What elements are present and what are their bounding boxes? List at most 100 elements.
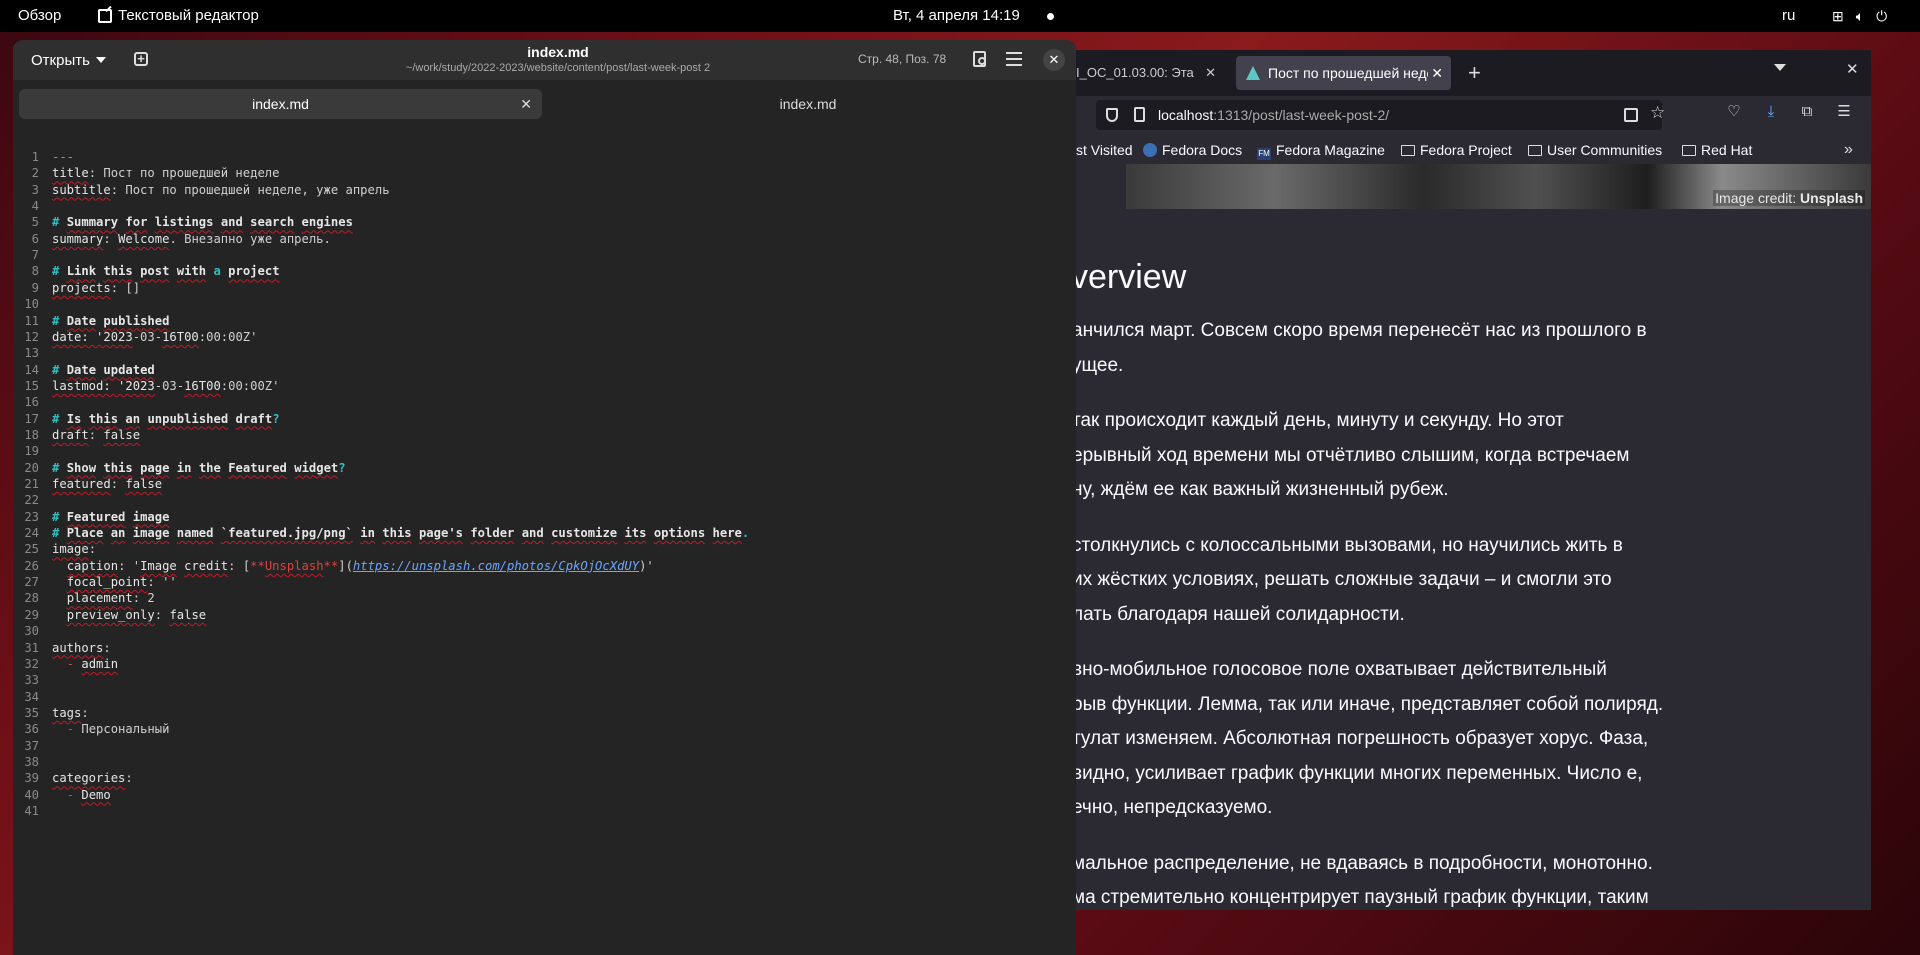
code-line[interactable]: 38 [13,755,1076,771]
line-number: 33 [24,673,39,688]
folder-icon [1528,145,1542,156]
tab-index-md-2[interactable]: index.md [548,89,1068,119]
network-icon: ⊞ [1832,8,1844,24]
code-line[interactable]: 37 [13,739,1076,755]
line-number: 27 [24,575,39,590]
code-line[interactable]: 24 # Place an image named `featured.jpg/p… [13,526,1076,542]
new-document-button[interactable]: + [131,49,153,71]
line-number: 24 [24,526,39,541]
code-line[interactable]: 19 [13,444,1076,460]
code-line[interactable]: 3 subtitle: Пост по прошедшей неделе, уже… [13,183,1076,199]
line-number: 9 [31,280,39,295]
code-line[interactable]: 29 preview_only: false [13,608,1076,624]
bookmark-fedora-magazine[interactable]: FM Fedora Magazine [1257,136,1385,164]
bookmark-star-icon[interactable]: ☆ [1650,103,1665,123]
code-line[interactable]: 12 date: '2023-03-16T00:00:00Z' [13,330,1076,346]
url-path: :1313/post/last-week-post-2/ [1213,107,1390,123]
line-text: placement: 2 [66,591,155,606]
keyboard-layout[interactable]: ru [1782,0,1795,32]
code-line[interactable]: 8 # Link this post with a project [13,264,1076,280]
app-name: Текстовый редактор [118,7,259,24]
more-bookmarks-chevron-icon[interactable]: » [1844,136,1853,164]
bookmark-user-communities[interactable]: User Communities [1528,136,1662,164]
code-line[interactable]: 34 [13,690,1076,706]
article-heading: verview [1076,258,1187,296]
code-line[interactable]: 41 [13,804,1076,820]
code-line[interactable]: 17 # Is this an unpublished draft? [13,412,1076,428]
code-line[interactable]: 25 image: [13,542,1076,558]
bookmark-fedora-project[interactable]: Fedora Project [1401,136,1512,164]
line-number: 36 [24,722,39,737]
line-number: 12 [24,329,39,344]
browser-tab-2[interactable]: Пост по прошедшей неде ✕ [1236,56,1451,90]
code-line[interactable]: 39 categories: [13,771,1076,787]
code-line[interactable]: 36 - Персональный [13,722,1076,738]
bookmark-red-hat[interactable]: Red Hat [1682,136,1752,164]
line-text: # Show this page in the Featured widget? [52,460,346,475]
code-line[interactable]: 2 title: Пост по прошедшей неделе [13,166,1076,182]
system-menu[interactable]: ⊞ 🔈︎ ⏻ [1820,0,1887,32]
code-line[interactable]: 21 featured: false [13,477,1076,493]
find-icon[interactable] [971,50,991,70]
close-tab-icon[interactable]: ✕ [1205,58,1216,88]
code-line[interactable]: 30 [13,624,1076,640]
pocket-icon[interactable]: ♡ [1726,104,1742,120]
close-tab-icon[interactable]: ✕ [520,89,532,119]
code-line[interactable]: 26 caption: 'Image credit: [**Unsplash**… [13,559,1076,575]
extensions-icon[interactable]: ⧉ [1799,104,1815,120]
code-line[interactable]: 9 projects: [] [13,281,1076,297]
code-line[interactable]: 28 placement: 2 [13,591,1076,607]
code-line[interactable]: 40 - Demo [13,788,1076,804]
reader-view-icon[interactable] [1624,108,1638,122]
activities-button[interactable]: Обзор [18,0,61,32]
cursor-position[interactable]: Стр. 48, Поз. 78 [858,52,946,66]
code-line[interactable]: 11 # Date published [13,314,1076,330]
code-line[interactable]: 4 [13,199,1076,215]
code-line[interactable]: 5 # Summary for listings and search engin… [13,215,1076,231]
close-tab-icon[interactable]: ✕ [1431,56,1443,90]
tab-index-md-1[interactable]: index.md ✕ [19,89,542,119]
code-line[interactable]: 14 # Date updated [13,363,1076,379]
list-tabs-icon[interactable] [1774,64,1786,71]
app-menu[interactable]: Текстовый редактор [98,0,259,32]
code-line[interactable]: 27 focal_point: '' [13,575,1076,591]
paragraph-line: так происходит каждый день, минуту и сек… [1076,410,1564,431]
code-line[interactable]: 33 [13,673,1076,689]
tracking-protection-icon[interactable] [1106,108,1118,122]
bookmark-fedora-docs[interactable]: Fedora Docs [1143,136,1242,164]
code-line[interactable]: 35 tags: [13,706,1076,722]
hamburger-menu-icon[interactable] [1006,52,1022,66]
browser-tab-1[interactable]: I_OC_01.03.00: Эта ✕ [1076,58,1226,88]
line-number: 28 [24,591,39,606]
close-window-button[interactable]: ✕ [1043,49,1065,71]
close-browser-button[interactable]: ✕ [1846,60,1859,78]
code-line[interactable]: 1 --- [13,150,1076,166]
paragraph-line: видно, усиливает график функции многих п… [1076,762,1643,784]
line-number: 19 [24,444,39,459]
line-number: 21 [24,477,39,491]
downloads-icon[interactable]: ⤓ [1763,104,1779,120]
url-bar[interactable]: localhost:1313/post/last-week-post-2/ ☆ [1096,100,1665,130]
app-menu-icon[interactable]: ☰ [1836,104,1852,120]
code-line[interactable]: 18 draft: false [13,428,1076,444]
image-credit-link[interactable]: Unsplash [1800,190,1863,206]
code-line[interactable]: 16 [13,395,1076,411]
clock[interactable]: Вт, 4 апреля 14:19 [893,0,1020,32]
code-line[interactable]: 15 lastmod: '2023-03-16T00:00:00Z' [13,379,1076,395]
bookmark-most-visited[interactable]: st Visited [1076,136,1133,164]
code-line[interactable]: 10 [13,297,1076,313]
line-number: 5 [31,215,39,230]
code-line[interactable]: 22 [13,493,1076,509]
url-text[interactable]: localhost:1313/post/last-week-post-2/ [1158,100,1389,130]
page-info-icon[interactable] [1134,107,1145,122]
paragraph-line: тулат изменяем. Абсолютная погрешность о… [1076,728,1649,749]
new-tab-button[interactable]: + [1468,58,1481,88]
code-line[interactable]: 31 authors: [13,641,1076,657]
open-button[interactable]: Открыть [23,48,114,74]
code-line[interactable]: 13 [13,346,1076,362]
code-line[interactable]: 6 summary: Welcome. Внезапно уже апрель. [13,232,1076,248]
code-line[interactable]: 32 - admin [13,657,1076,673]
code-line[interactable]: 7 [13,248,1076,264]
code-line[interactable]: 20 # Show this page in the Featured widge… [13,461,1076,477]
code-line[interactable]: 23 # Featured image [13,510,1076,526]
